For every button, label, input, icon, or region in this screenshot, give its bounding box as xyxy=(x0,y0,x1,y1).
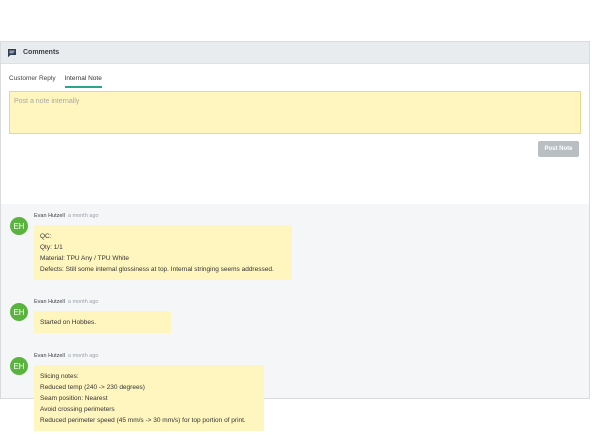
panel-title: Comments xyxy=(23,49,60,56)
comment-line: Qty: 1/1 xyxy=(40,244,63,251)
compose-tabs: Customer Reply Internal Note xyxy=(9,64,579,88)
comment-line: Seam position: Nearest xyxy=(40,395,108,402)
comment-line: Avoid crossing perimeters xyxy=(40,406,115,413)
comment-line: Started on Hobbes. xyxy=(40,319,97,326)
comment-item: EH Evan Hutzell a month ago Slicing notes… xyxy=(10,353,264,431)
comment-line: Slicing notes: xyxy=(40,373,79,380)
comment-line: Material: TPU Any / TPU White xyxy=(40,255,129,262)
avatar: EH xyxy=(10,357,28,375)
comment-bubble: QC: Qty: 1/1 Material: TPU Any / TPU Whi… xyxy=(34,225,292,280)
comment-bubble: Started on Hobbes. xyxy=(34,311,171,333)
comment-time: a month ago xyxy=(67,353,99,359)
comment-author: Evan Hutzell xyxy=(34,213,65,219)
comment-line: QC: xyxy=(40,233,52,240)
comment-line: Reduced perimeter speed (45 mm/s -> 30 m… xyxy=(40,417,246,424)
tab-customer-reply[interactable]: Customer Reply xyxy=(9,75,56,88)
comment-item: EH Evan Hutzell a month ago QC: Qty: 1/1 … xyxy=(10,213,292,280)
avatar: EH xyxy=(10,303,28,321)
comment-time: a month ago xyxy=(67,299,99,305)
panel-header: Comments xyxy=(1,41,589,64)
post-note-button[interactable]: Post Note xyxy=(538,141,579,157)
comment-line: Reduced temp (240 -> 230 degrees) xyxy=(40,384,145,391)
compose-area: Customer Reply Internal Note Post Note xyxy=(1,64,589,204)
comment-line: Defects: Still some internal glossiness … xyxy=(40,266,274,273)
comments-panel: Comments Customer Reply Internal Note Po… xyxy=(0,41,590,431)
comment-time: a month ago xyxy=(67,213,99,219)
comment-item: EH Evan Hutzell a month ago Started on Ho… xyxy=(10,299,171,333)
internal-note-input[interactable] xyxy=(9,91,581,134)
comment-author: Evan Hutzell xyxy=(34,299,65,305)
comment-icon xyxy=(7,48,17,58)
avatar: EH xyxy=(10,217,28,235)
tab-internal-note[interactable]: Internal Note xyxy=(64,75,102,88)
comment-bubble: Slicing notes: Reduced temp (240 -> 230 … xyxy=(34,365,264,431)
comment-author: Evan Hutzell xyxy=(34,353,65,359)
